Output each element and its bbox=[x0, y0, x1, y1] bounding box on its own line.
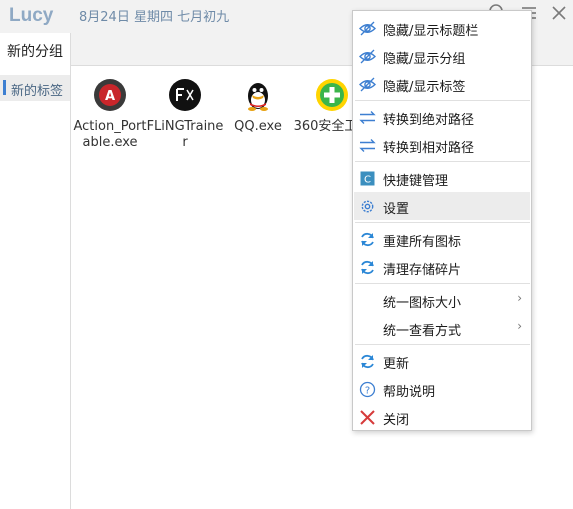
menu-item-label: 隐藏/显示标签 bbox=[383, 80, 466, 95]
active-marker bbox=[3, 80, 6, 95]
eye-icon bbox=[359, 76, 376, 93]
app-label: QQ.exe bbox=[234, 119, 282, 134]
menu-item-label: 关闭 bbox=[383, 413, 410, 428]
sidebar-item-label: 新的标签 bbox=[11, 84, 64, 99]
eye-icon bbox=[359, 48, 376, 65]
menu-item-update[interactable]: 更新 bbox=[354, 347, 530, 375]
menu-separator bbox=[355, 222, 530, 223]
menu-item-rebuild-icons[interactable]: 重建所有图标 bbox=[354, 225, 530, 253]
svg-text:?: ? bbox=[365, 386, 370, 397]
menu-item-label: 设置 bbox=[383, 202, 410, 217]
swap-icon bbox=[359, 137, 376, 154]
menu-item-label: 重建所有图标 bbox=[383, 235, 462, 250]
menu-item-label: 转换到相对路径 bbox=[383, 141, 475, 156]
app-icon-fling[interactable]: FLiNGTrainer bbox=[145, 78, 225, 151]
help-icon: ? bbox=[359, 381, 376, 398]
menu-separator bbox=[355, 344, 530, 345]
update-icon bbox=[359, 353, 376, 370]
menu-separator bbox=[355, 161, 530, 162]
context-menu: 隐藏/显示标题栏 隐藏/显示分组 隐藏/显示标签 转换到绝对路径 转换到相对路径… bbox=[352, 10, 532, 431]
app-label: Action_Portable.exe bbox=[73, 119, 147, 150]
chevron-right-icon: › bbox=[517, 291, 522, 305]
menu-item-help[interactable]: ? 帮助说明 bbox=[354, 375, 530, 403]
date-display: 8月24日 星期四 七月初九 bbox=[79, 10, 230, 25]
menu-item-toggle-tab[interactable]: 隐藏/显示标签 bbox=[354, 70, 530, 98]
svg-text:A: A bbox=[105, 89, 115, 104]
app-label: FLiNGTrainer bbox=[146, 119, 224, 150]
fling-app-icon bbox=[168, 78, 202, 112]
refresh-icon bbox=[359, 259, 376, 276]
eye-icon bbox=[359, 20, 376, 37]
menu-item-shortcuts[interactable]: C 快捷键管理 bbox=[354, 164, 530, 192]
menu-item-view-mode[interactable]: 统一查看方式 › bbox=[354, 314, 530, 342]
refresh-icon bbox=[359, 231, 376, 248]
close-icon[interactable] bbox=[549, 3, 569, 23]
menu-item-absolute-path[interactable]: 转换到绝对路径 bbox=[354, 103, 530, 131]
shortcut-icon: C bbox=[359, 170, 376, 187]
group-tab[interactable]: 新的分组 bbox=[0, 33, 71, 67]
app-title: Lucy bbox=[9, 5, 54, 26]
action-app-icon: A bbox=[93, 78, 127, 112]
qq-app-icon bbox=[241, 78, 275, 112]
360-app-icon bbox=[315, 78, 349, 112]
gear-icon bbox=[359, 198, 376, 215]
chevron-right-icon: › bbox=[517, 319, 522, 333]
menu-item-label: 清理存储碎片 bbox=[383, 263, 462, 278]
app-icon-qq[interactable]: QQ.exe bbox=[218, 78, 298, 135]
menu-item-close[interactable]: 关闭 bbox=[354, 403, 530, 431]
sidebar: 新的标签 bbox=[0, 67, 71, 509]
menu-item-label: 统一查看方式 bbox=[383, 324, 462, 339]
menu-item-label: 统一图标大小 bbox=[383, 296, 462, 311]
menu-item-label: 快捷键管理 bbox=[383, 174, 449, 189]
menu-item-label: 更新 bbox=[383, 357, 410, 372]
menu-item-clean-storage[interactable]: 清理存储碎片 bbox=[354, 253, 530, 281]
menu-item-icon-size[interactable]: 统一图标大小 › bbox=[354, 286, 530, 314]
close-x-icon bbox=[359, 409, 376, 426]
svg-text:C: C bbox=[364, 175, 371, 186]
menu-item-relative-path[interactable]: 转换到相对路径 bbox=[354, 131, 530, 159]
menu-item-settings[interactable]: 设置 bbox=[354, 192, 530, 220]
menu-item-label: 转换到绝对路径 bbox=[383, 113, 475, 128]
menu-item-label: 隐藏/显示标题栏 bbox=[383, 24, 479, 39]
sidebar-item-tab[interactable]: 新的标签 bbox=[0, 75, 70, 101]
app-icon-action[interactable]: A Action_Portable.exe bbox=[70, 78, 150, 151]
menu-item-label: 帮助说明 bbox=[383, 385, 436, 400]
menu-separator bbox=[355, 100, 530, 101]
menu-item-toggle-group[interactable]: 隐藏/显示分组 bbox=[354, 42, 530, 70]
menu-separator bbox=[355, 283, 530, 284]
menu-item-toggle-titlebar[interactable]: 隐藏/显示标题栏 bbox=[354, 14, 530, 42]
menu-item-label: 隐藏/显示分组 bbox=[383, 52, 466, 67]
swap-icon bbox=[359, 109, 376, 126]
